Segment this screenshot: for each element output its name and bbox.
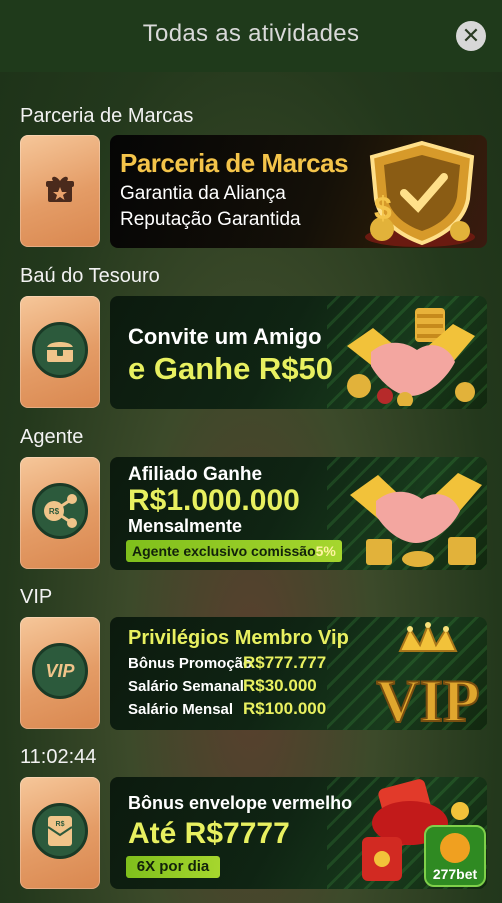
vip-row-label: Bônus Promoção xyxy=(128,655,253,672)
commission-pill: Agente exclusivo comissão5% xyxy=(126,540,342,562)
vip-row-value: R$777.777 xyxy=(243,653,327,672)
svg-text:$: $ xyxy=(374,190,392,226)
brand-logo: 277bet xyxy=(424,825,486,887)
banner-line2: Até R$7777 xyxy=(128,817,290,850)
shield-art: $ xyxy=(365,140,475,247)
section-label-vip: VIP xyxy=(20,586,53,608)
activity-tile-agente[interactable]: R$ xyxy=(20,457,100,569)
handshake-art xyxy=(347,308,475,406)
section-label-agente: Agente xyxy=(20,426,84,448)
vip-row-value: R$30.000 xyxy=(243,676,317,695)
gift-icon xyxy=(32,161,88,217)
banner-envelope[interactable]: Bônus envelope vermelho Até R$7777 6X po… xyxy=(110,777,487,889)
activity-tile-vip[interactable]: VIP xyxy=(20,617,100,729)
daily-limit-pill: 6X por dia xyxy=(126,856,220,878)
banner-bau[interactable]: Convite um Amigo e Ganhe R$50 xyxy=(110,296,487,409)
banner-line1: Afiliado Ganhe xyxy=(128,464,263,485)
vip-row-label: Salário Semanal xyxy=(128,678,244,695)
pill-label: Agente exclusivo comissão xyxy=(132,543,316,559)
pill-value: 5% xyxy=(315,543,336,559)
treasure-chest-icon xyxy=(32,322,88,378)
svg-text:VIP: VIP xyxy=(376,668,479,729)
header: Todas as atividades ✕ xyxy=(0,0,502,72)
close-button[interactable]: ✕ xyxy=(456,21,486,51)
banner-headline: Privilégios Membro Vip xyxy=(128,627,349,649)
share-icon: R$ xyxy=(32,483,88,539)
svg-text:R$: R$ xyxy=(49,507,60,516)
section-label-countdown: 11:02:44 xyxy=(20,746,97,768)
activity-tile-bau[interactable] xyxy=(20,296,100,408)
close-icon: ✕ xyxy=(461,23,481,48)
banner-line2: e Ganhe R$50 xyxy=(128,351,334,386)
red-envelope-icon: R$ xyxy=(32,803,88,859)
banner-headline: Parceria de Marcas xyxy=(120,148,349,178)
brand-logo-text: 277bet xyxy=(432,866,478,882)
section-label-bau: Baú do Tesouro xyxy=(20,265,160,287)
vip-row-value: R$100.000 xyxy=(243,699,327,718)
activity-tile-envelope[interactable]: R$ xyxy=(20,777,100,889)
vip-row-label: Salário Mensal xyxy=(128,701,234,718)
brand-mascot xyxy=(440,833,470,863)
banner-parceria[interactable]: Parceria de Marcas Garantia da Aliança R… xyxy=(110,135,487,248)
section-label-parceria: Parceria de Marcas xyxy=(20,105,194,127)
banner-line2: Reputação Garantida xyxy=(120,209,301,230)
banner-line2: R$1.000.000 xyxy=(128,484,300,517)
activity-tile-parceria[interactable] xyxy=(20,135,100,247)
banner-line3: Mensalmente xyxy=(128,516,243,536)
handshake-art xyxy=(350,473,482,567)
vip-icon: VIP xyxy=(32,643,88,699)
banner-headline: Bônus envelope vermelho xyxy=(128,793,353,813)
crown-vip-art: VIP xyxy=(375,622,481,729)
banner-agente[interactable]: Afiliado Ganhe R$1.000.000 Mensalmente A… xyxy=(110,457,487,570)
banner-line1: Convite um Amigo xyxy=(128,324,322,349)
page-title: Todas as atividades xyxy=(142,20,360,47)
svg-text:R$: R$ xyxy=(56,821,65,828)
banner-line1: Garantia da Aliança xyxy=(120,183,286,204)
banner-vip[interactable]: Privilégios Membro Vip Bônus Promoção R$… xyxy=(110,617,487,730)
